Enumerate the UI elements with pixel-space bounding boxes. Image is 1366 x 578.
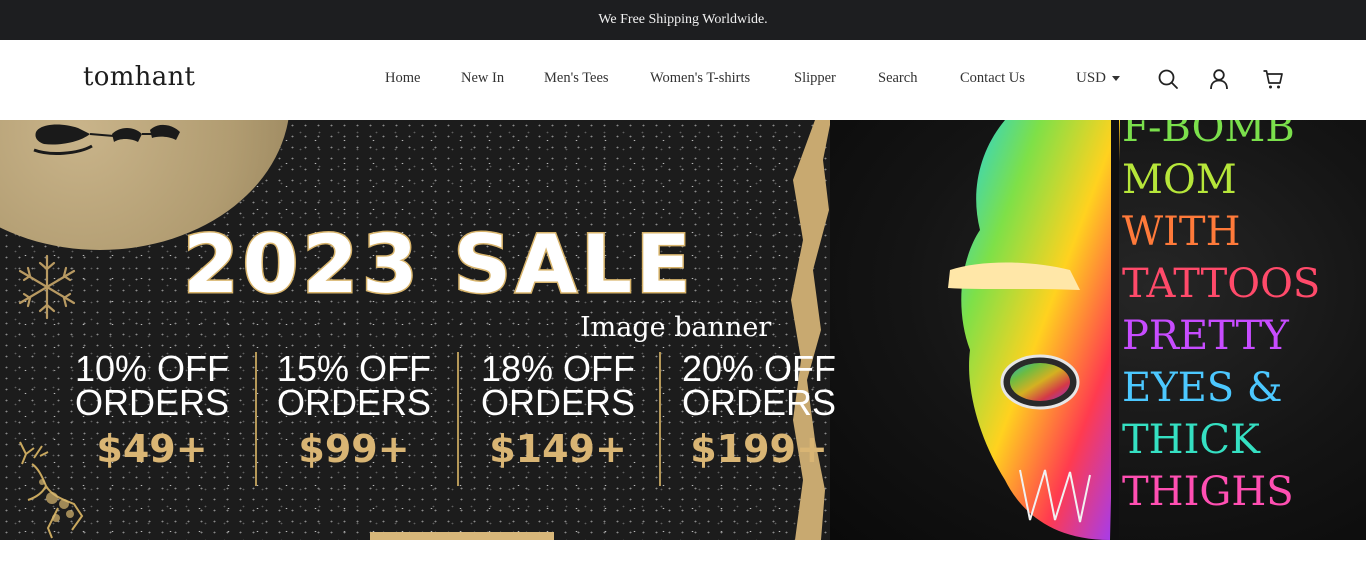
snowflake-icon [18, 254, 76, 320]
announcement-bar: We Free Shipping Worldwide. [0, 0, 1366, 40]
offer-tier: 18% OFF ORDERS $149+ [458, 348, 658, 471]
shirt-text-line: THIGHS [1122, 469, 1294, 515]
shirt-text-line: WITH [1122, 209, 1241, 255]
offer-orders: ORDERS [681, 382, 837, 423]
offer-orders: ORDERS [480, 382, 636, 423]
offer-percent: 10% OFF [74, 348, 230, 389]
banner-caption: Image banner [580, 312, 772, 343]
sale-headline: 2023 SALE [182, 217, 695, 313]
offer-percent: 15% OFF [276, 348, 432, 389]
nav-item-mens-tees[interactable]: Men's Tees [544, 70, 609, 87]
offer-amount: $199+ [690, 427, 828, 471]
currency-selector[interactable]: USD [1076, 70, 1121, 87]
currency-label: USD [1076, 70, 1107, 86]
offer-amount: $49+ [96, 427, 208, 471]
nav-item-search[interactable]: Search [878, 70, 917, 87]
shirt-text-line: PRETTY [1122, 313, 1289, 359]
offer-tier: 20% OFF ORDERS $199+ [659, 348, 859, 471]
cart-icon[interactable] [1262, 68, 1284, 90]
shop-now-button[interactable] [370, 532, 554, 540]
account-icon[interactable] [1208, 68, 1230, 90]
chevron-down-icon [1112, 76, 1121, 81]
shirt-text-line: EYES & [1122, 365, 1283, 411]
offer-orders: ORDERS [74, 382, 230, 423]
shirt-text-line: MOM [1122, 157, 1237, 203]
search-icon[interactable] [1157, 68, 1179, 90]
announcement-text: We Free Shipping Worldwide. [598, 12, 768, 27]
offer-percent: 20% OFF [681, 348, 837, 389]
nav-item-slipper[interactable]: Slipper [794, 70, 836, 87]
nav-item-new-in[interactable]: New In [461, 70, 504, 87]
tshirt-image: F-BOMB MOM WITH TATTOOS PRETTY EYES & TH… [830, 120, 1366, 540]
hero-banner[interactable]: F-BOMB MOM WITH TATTOOS PRETTY EYES & TH… [0, 120, 1366, 540]
shirt-text-line: TATTOOS [1122, 261, 1321, 307]
nav-item-womens-tshirts[interactable]: Women's T-shirts [650, 70, 750, 87]
sleigh-icon [33, 124, 180, 155]
offer-percent: 18% OFF [480, 348, 636, 389]
nav-item-home[interactable]: Home [385, 70, 420, 87]
offer-amount: $149+ [489, 427, 627, 471]
shirt-text-line: THICK [1122, 417, 1260, 463]
offer-tier: 15% OFF ORDERS $99+ [254, 348, 454, 471]
site-header: tomhant Home New In Men's Tees Women's T… [0, 40, 1366, 120]
shirt-text-line: F-BOMB [1122, 120, 1295, 151]
nav-item-contact-us[interactable]: Contact Us [960, 70, 1025, 87]
offer-amount: $99+ [298, 427, 410, 471]
offer-tier: 10% OFF ORDERS $49+ [52, 348, 252, 471]
offer-orders: ORDERS [276, 382, 432, 423]
